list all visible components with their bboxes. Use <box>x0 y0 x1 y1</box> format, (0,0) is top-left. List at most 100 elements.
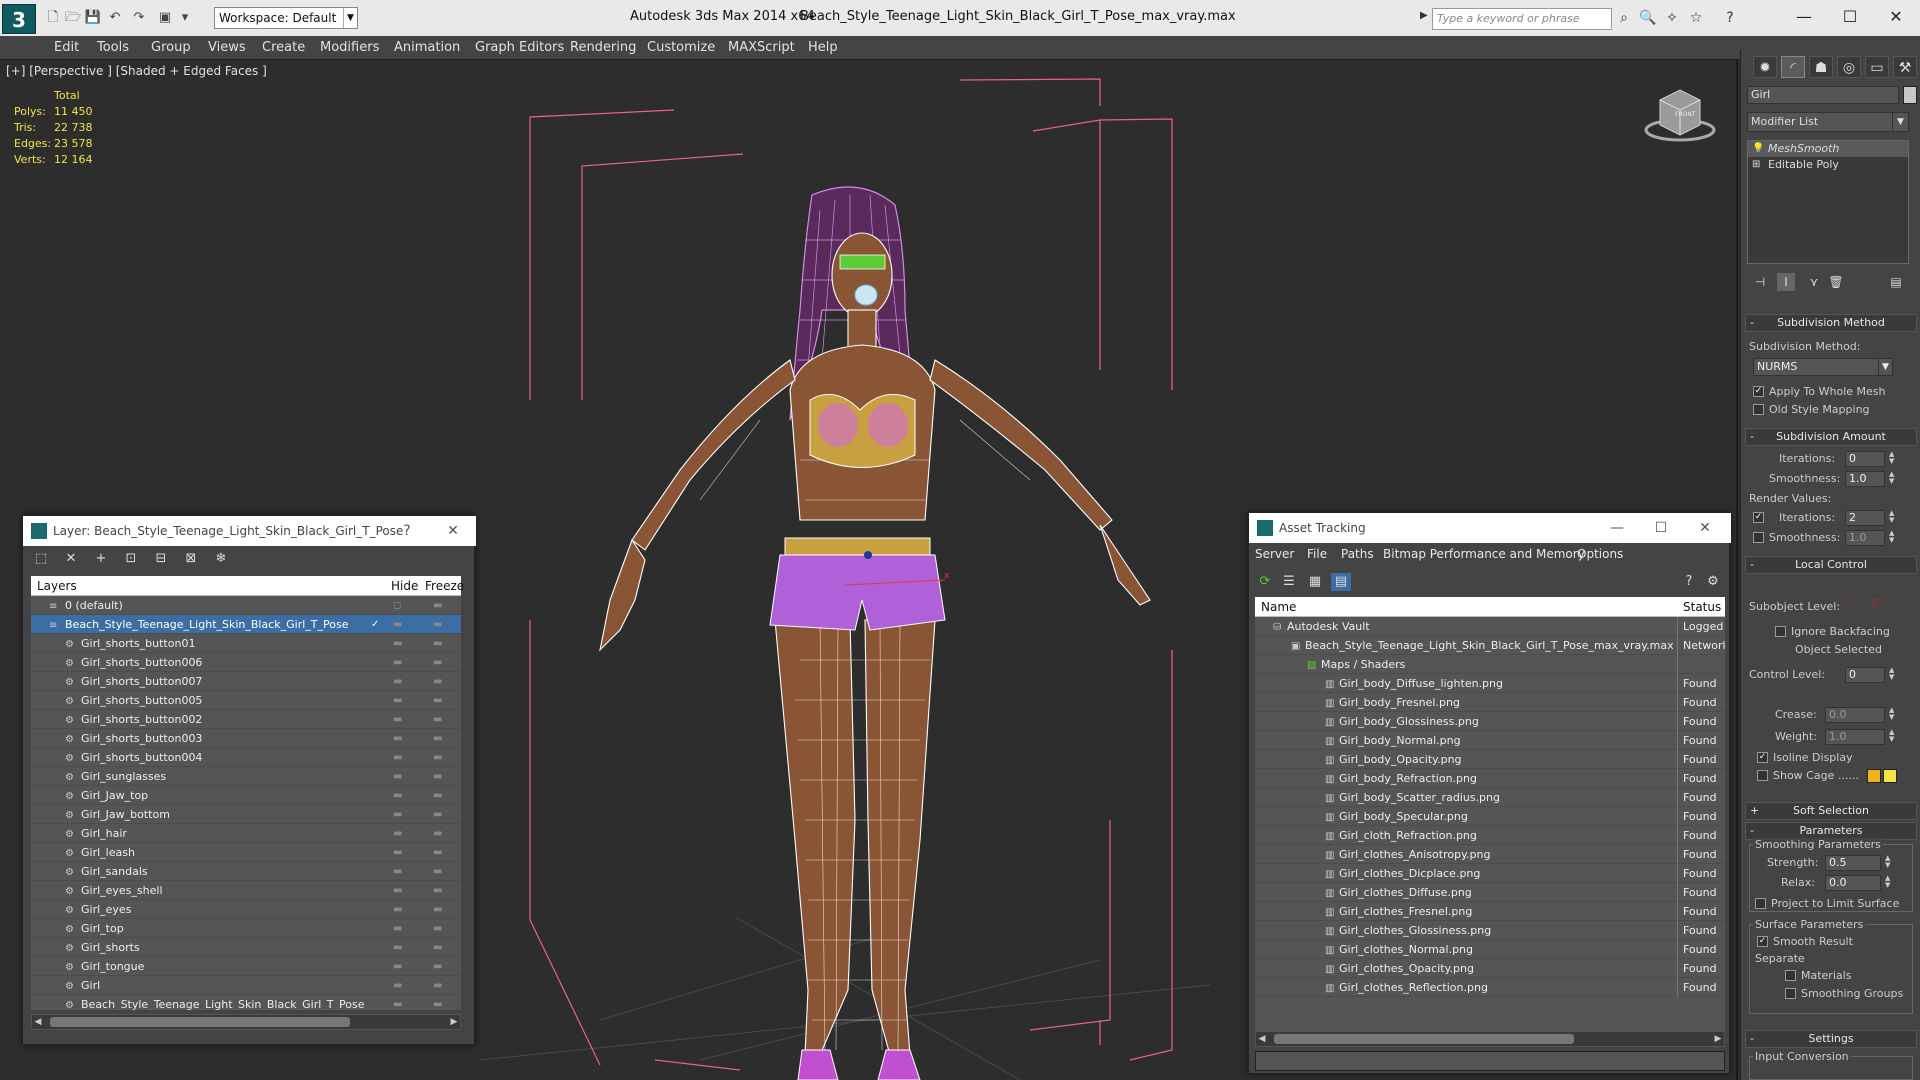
undo-icon[interactable]: ↶ <box>106 9 124 27</box>
menu-help[interactable]: Help <box>808 40 838 55</box>
scroll-right-icon[interactable]: ▶ <box>1712 1032 1724 1046</box>
smooth-result-checkbox[interactable]: ✓ <box>1757 936 1768 947</box>
cage-selected-color-swatch[interactable] <box>1883 769 1897 783</box>
layer-row[interactable]: ⚙ Girl_shorts_button004 ▬ ▬ <box>31 748 461 767</box>
rollout-subdivision-method[interactable]: - Subdivision Method <box>1745 314 1917 332</box>
minimize-button[interactable]: — <box>1782 4 1826 30</box>
close-button[interactable]: ✕ <box>1874 4 1918 30</box>
stack-item-editable-poly[interactable]: ⊞ Editable Poly <box>1748 157 1908 173</box>
layer-panel-titlebar[interactable]: Layer: Beach_Style_Teenage_Light_Skin_Bl… <box>23 516 476 546</box>
layers-column-header[interactable]: Layers <box>37 576 77 596</box>
hide-toggle-icon[interactable]: ▬ <box>393 938 402 957</box>
freeze-toggle-icon[interactable]: ▬ <box>433 976 442 995</box>
list-view-icon[interactable]: ☰ <box>1279 573 1299 591</box>
freeze-toggle-icon[interactable]: ▬ <box>433 596 442 615</box>
layer-row[interactable]: ⚙ Girl_Jaw_bottom ▬ ▬ <box>31 805 461 824</box>
asset-menu-file[interactable]: File <box>1307 547 1327 561</box>
hide-toggle-icon[interactable]: ▬ <box>393 710 402 729</box>
asset-row[interactable]: ▥ Girl_body_Refraction.png Found <box>1255 769 1725 788</box>
isoline-display-checkbox[interactable]: ✓ <box>1757 752 1768 763</box>
freeze-toggle-icon[interactable]: ▬ <box>433 900 442 919</box>
hide-toggle-icon[interactable]: ▬ <box>393 691 402 710</box>
cage-color-swatch[interactable] <box>1867 769 1881 783</box>
layer-row[interactable]: ⚙ Girl_eyes ▬ ▬ <box>31 900 461 919</box>
hide-toggle-icon[interactable]: ▬ <box>393 843 402 862</box>
asset-row[interactable]: ▥ Girl_body_Fresnel.png Found <box>1255 693 1725 712</box>
thumbnail-view-icon[interactable]: ▦ <box>1305 573 1325 591</box>
spinner-arrows-icon[interactable]: ▲ ▼ <box>1889 530 1894 544</box>
asset-row[interactable]: ▥ Girl_clothes_Glossiness.png Found <box>1255 921 1725 940</box>
spinner-arrows-icon[interactable]: ▲ ▼ <box>1889 729 1894 743</box>
favorites-star-icon[interactable]: ☆ <box>1686 9 1706 27</box>
asset-row[interactable]: ▥ Girl_clothes_Anisotropy.png Found <box>1255 845 1725 864</box>
hide-toggle-icon[interactable]: ▬ <box>393 900 402 919</box>
maximize-button[interactable]: ☐ <box>1828 4 1872 30</box>
hide-toggle-icon[interactable]: ▬ <box>393 862 402 881</box>
ignore-backfacing-checkbox[interactable] <box>1775 626 1786 637</box>
close-button[interactable]: ✕ <box>433 516 473 546</box>
close-button[interactable]: ✕ <box>1685 513 1725 543</box>
hide-toggle-icon[interactable]: ▬ <box>393 995 402 1010</box>
menu-maxscript[interactable]: MAXScript <box>728 40 795 55</box>
motion-tab-icon[interactable]: ◎ <box>1837 56 1861 78</box>
subdivision-method-select[interactable]: NURMS ▼ <box>1753 358 1893 376</box>
viewcube[interactable]: FRONT <box>1644 89 1716 142</box>
highlight-layer-icon[interactable]: ⊟ <box>151 550 171 568</box>
select-objects-icon[interactable]: ⊡ <box>121 550 141 568</box>
scroll-left-icon[interactable]: ◀ <box>32 1015 44 1029</box>
table-view-icon[interactable]: ▤ <box>1331 573 1351 591</box>
freeze-toggle-icon[interactable]: ▬ <box>433 995 442 1010</box>
rollout-soft-selection[interactable]: + Soft Selection <box>1745 802 1917 820</box>
layer-row[interactable]: ⚙ Girl_Jaw_top ▬ ▬ <box>31 786 461 805</box>
asset-menu-bitmap-performance[interactable]: Bitmap Performance and Memory <box>1383 547 1585 561</box>
hide-toggle-icon[interactable]: ▬ <box>393 748 402 767</box>
expand-plus-icon[interactable]: ⊞ <box>1752 157 1760 173</box>
freeze-toggle-icon[interactable]: ▬ <box>433 805 442 824</box>
asset-row[interactable]: ▥ Girl_clothes_Dicplace.png Found <box>1255 864 1725 883</box>
freeze-toggle-icon[interactable]: ▬ <box>433 843 442 862</box>
vertex-level-icon[interactable]: ∴ <box>1847 596 1855 611</box>
freeze-toggle-icon[interactable]: ▬ <box>433 653 442 672</box>
layer-row-default[interactable]: ≡ 0 (default) ◻ ▬ <box>31 596 461 615</box>
open-file-icon[interactable]: 🗁 <box>64 9 82 27</box>
render-smoothness-checkbox[interactable] <box>1753 532 1764 543</box>
add-to-layer-icon[interactable]: + <box>91 550 111 568</box>
menu-create[interactable]: Create <box>262 40 305 55</box>
current-layer-check-icon[interactable]: ✓ <box>371 615 379 634</box>
smoothness-field[interactable]: 1.0 <box>1845 471 1885 487</box>
freeze-toggle-icon[interactable]: ▬ <box>433 786 442 805</box>
layer-row-selected[interactable]: ≡ Beach_Style_Teenage_Light_Skin_Black_Gi… <box>31 615 461 634</box>
hierarchy-tab-icon[interactable]: ☗ <box>1809 56 1833 78</box>
hide-toggle-icon[interactable]: ▬ <box>393 672 402 691</box>
asset-horizontal-scrollbar[interactable]: ◀ ▶ <box>1255 1031 1725 1047</box>
freeze-column-header[interactable]: Freeze <box>425 576 464 596</box>
rollout-local-control[interactable]: - Local Control <box>1745 556 1917 574</box>
render-smoothness-field[interactable]: 1.0 <box>1845 530 1885 546</box>
hide-toggle-icon[interactable]: ▬ <box>393 634 402 653</box>
freeze-toggle-icon[interactable]: ▬ <box>433 862 442 881</box>
render-iterations-checkbox[interactable]: ✓ <box>1753 512 1764 523</box>
layer-row[interactable]: ⚙ Beach_Style_Teenage_Light_Skin_Black_Gi… <box>31 995 461 1010</box>
hide-toggle-icon[interactable]: ▬ <box>393 653 402 672</box>
strength-field[interactable]: 0.5 <box>1825 855 1881 871</box>
pin-stack-icon[interactable]: ⊣ <box>1751 273 1769 291</box>
hide-toggle-icon[interactable]: ▬ <box>393 824 402 843</box>
freeze-toggle-icon[interactable]: ▬ <box>433 710 442 729</box>
freeze-toggle-icon[interactable]: ▬ <box>433 729 442 748</box>
search-expand-icon[interactable]: ▶ <box>1420 10 1428 21</box>
freeze-toggle-icon[interactable]: ▬ <box>433 767 442 786</box>
modify-tab-icon[interactable]: ◜ <box>1781 56 1805 78</box>
render-iterations-field[interactable]: 2 <box>1845 510 1885 526</box>
freeze-toggle-icon[interactable]: ▬ <box>433 881 442 900</box>
freeze-toggle-icon[interactable]: ▬ <box>433 938 442 957</box>
iterations-field[interactable]: 0 <box>1845 451 1885 467</box>
menu-graph-editors[interactable]: Graph Editors <box>475 40 564 55</box>
maximize-button[interactable]: ☐ <box>1641 513 1681 543</box>
hide-toggle-icon[interactable]: ▬ <box>393 729 402 748</box>
layer-row[interactable]: ⚙ Girl ▬ ▬ <box>31 976 461 995</box>
spinner-arrows-icon[interactable]: ▲ ▼ <box>1889 667 1894 681</box>
hide-toggle-icon[interactable]: ▬ <box>393 919 402 938</box>
relax-field[interactable]: 0.0 <box>1825 875 1881 891</box>
layer-row[interactable]: ⚙ Girl_hair ▬ ▬ <box>31 824 461 843</box>
asset-menu-options[interactable]: Options <box>1577 547 1623 561</box>
